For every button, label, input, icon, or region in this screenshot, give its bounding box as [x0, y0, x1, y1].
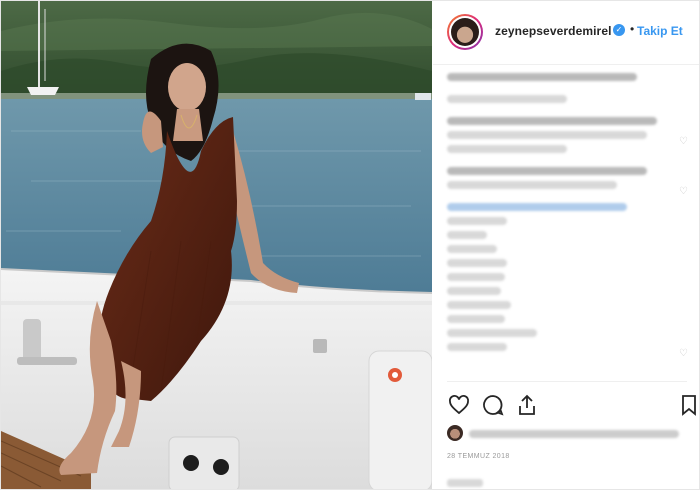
share-icon[interactable]: [515, 393, 539, 417]
comment-like-heart-icon[interactable]: ♡: [679, 349, 689, 359]
comment-like-heart-icon[interactable]: ♡: [679, 137, 689, 147]
comment-blurred: [447, 167, 647, 175]
comment-blurred-line: [447, 329, 537, 337]
likes-row[interactable]: [447, 425, 697, 443]
comment-blurred: [447, 203, 627, 211]
comment-blurred: [447, 117, 657, 125]
add-comment-input-blurred[interactable]: [447, 479, 483, 487]
caption-blurred: [447, 73, 637, 81]
follow-button[interactable]: Takip Et: [637, 24, 683, 38]
bookmark-icon[interactable]: [677, 393, 699, 417]
comments-area: ♡ ♡ ♡: [447, 73, 691, 373]
post-side-panel: zeynepseverdemirel ✓ • Takip Et ♡ ♡ ♡ 28…: [433, 1, 699, 489]
post-photo[interactable]: [1, 1, 432, 489]
comment-blurred-line: [447, 259, 507, 267]
comment-blurred-line: [447, 245, 497, 253]
comment-like-heart-icon[interactable]: ♡: [679, 187, 689, 197]
verified-badge-icon: ✓: [613, 24, 625, 36]
comment-blurred-line: [447, 301, 511, 309]
username-link[interactable]: zeynepseverdemirel: [495, 24, 612, 38]
comment-blurred-line: [447, 343, 507, 351]
liker-avatar: [447, 425, 463, 441]
comment-blurred-line: [447, 217, 507, 225]
likes-blurred: [469, 430, 679, 438]
comment-blurred-line: [447, 231, 487, 239]
comment-blurred-line: [447, 273, 505, 281]
action-bar: [433, 389, 699, 421]
post-date: 28 TEMMUZ 2018: [447, 453, 510, 460]
divider: [447, 381, 687, 382]
comment-blurred-line: [447, 315, 505, 323]
comment-blurred-line: [447, 131, 647, 139]
instagram-post: zeynepseverdemirel ✓ • Takip Et ♡ ♡ ♡ 28…: [0, 0, 700, 490]
comment-blurred-line: [447, 287, 501, 295]
comment-bubble-icon[interactable]: [481, 393, 505, 417]
separator-dot: •: [630, 22, 635, 36]
comment-blurred-line: [447, 145, 567, 153]
post-header: zeynepseverdemirel ✓ • Takip Et: [433, 1, 699, 65]
avatar[interactable]: [447, 14, 483, 50]
caption-blurred-line: [447, 95, 567, 103]
comment-blurred-line: [447, 181, 617, 189]
avatar-photo: [451, 18, 479, 46]
post-image: [1, 1, 432, 489]
heart-icon[interactable]: [447, 393, 471, 417]
